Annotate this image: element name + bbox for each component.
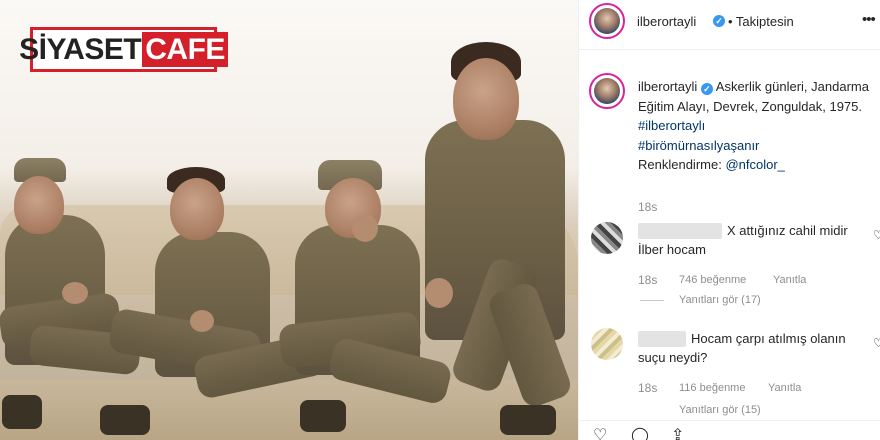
comment-1-avatar[interactable] — [591, 222, 623, 254]
watermark-part2: CAFE — [142, 32, 228, 67]
follow-status[interactable]: • Takiptesin — [728, 14, 794, 29]
share-icon[interactable]: ⇪ — [671, 425, 684, 440]
watermark-part1: SİYASET — [19, 32, 142, 66]
verified-badge-icon: ✓ — [713, 15, 725, 27]
comment-2-text-line1: Hocam çarpı atılmış olanın — [691, 331, 846, 346]
author-username[interactable]: ilberortayli — [637, 14, 696, 29]
comment-1-like-icon[interactable]: ♡ — [873, 228, 880, 242]
siyasetcafe-watermark-logo: SİYASET CAFE — [19, 27, 228, 72]
comment-icon[interactable]: ◯ — [631, 425, 649, 440]
author-avatar[interactable] — [589, 3, 625, 39]
caption-verified-icon: ✓ — [700, 83, 713, 95]
post-caption: ilberortayli ✓ Askerlik günleri, Jandarm… — [638, 77, 874, 175]
comment-2-username-blurred[interactable] — [638, 331, 686, 347]
comment-1-username-blurred[interactable] — [638, 223, 722, 239]
like-icon[interactable]: ♡ — [593, 425, 607, 440]
comment-1-text-line2: İlber hocam — [638, 242, 706, 257]
caption-credit-user[interactable]: @nfcolor_ — [725, 157, 784, 172]
comment-1-replies-line — [640, 300, 664, 301]
post-action-bar: ♡ ◯ ⇪ — [579, 420, 880, 440]
comment-2-time: 18s — [638, 381, 658, 395]
comment-2-like-icon[interactable]: ♡ — [873, 336, 880, 350]
comment-1-view-replies[interactable]: Yanıtları gör (17) — [679, 294, 761, 306]
comment-1-text-line1: X attığınız cahil midir — [727, 223, 848, 238]
caption-time: 18s — [638, 200, 658, 214]
comment-1-reply-button[interactable]: Yanıtla — [773, 274, 806, 286]
caption-username[interactable]: ilberortayli — [638, 79, 697, 94]
post-header: ilberortayli ✓ • Takiptesin ••• — [579, 0, 880, 50]
comment-2-view-replies[interactable]: Yanıtları gör (15) — [679, 404, 761, 416]
more-options-icon[interactable]: ••• — [862, 11, 876, 28]
caption-author-avatar[interactable] — [589, 73, 625, 109]
caption-credit-label: Renklendirme: — [638, 157, 722, 172]
comment-1-likes[interactable]: 746 beğenme — [679, 274, 746, 286]
post-photo[interactable]: SİYASET CAFE — [0, 0, 578, 440]
comment-2-likes[interactable]: 116 beğenme — [679, 382, 745, 394]
caption-hashtag-2[interactable]: #birömürnasılyaşanır — [638, 138, 759, 153]
caption-hashtag-1[interactable]: #ilberortaylı — [638, 118, 705, 133]
comment-2-reply-button[interactable]: Yanıtla — [768, 382, 801, 394]
post-side-panel: ilberortayli ✓ • Takiptesin ••• ilberort… — [578, 0, 880, 440]
comment-2-avatar[interactable] — [591, 328, 623, 360]
comment-1-time: 18s — [638, 273, 658, 287]
comment-2-text-line2: suçu neydi? — [638, 350, 708, 365]
